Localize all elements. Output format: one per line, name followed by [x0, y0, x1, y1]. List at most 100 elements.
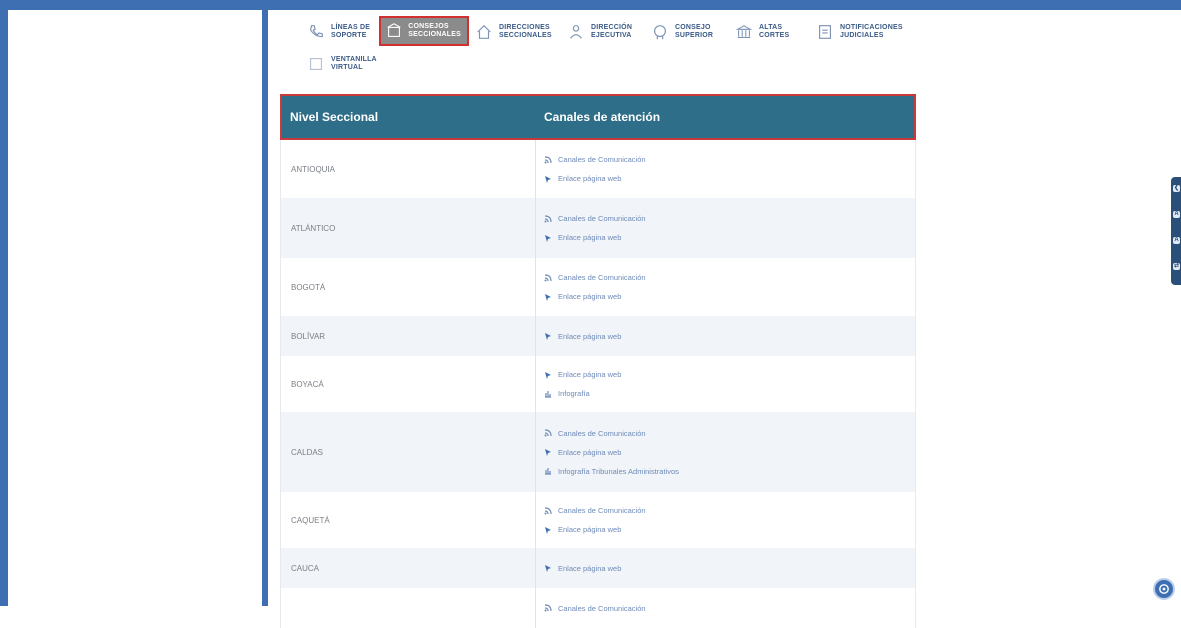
seccional-name: CAUCA [281, 548, 536, 588]
nav-direcciones-seccionales[interactable]: DIRECCIONES SECCIONALES [474, 22, 552, 42]
cursor-icon [545, 234, 551, 242]
channel-link-label: Canales de Comunicación [558, 428, 646, 438]
table-row: BOGOTÁ Canales de Comunicación Enlace pági… [280, 258, 916, 316]
support-agent-icon [1159, 584, 1169, 594]
channel-link[interactable]: Infografía [544, 389, 915, 398]
cursor-icon [545, 371, 551, 379]
channel-link[interactable]: Canales de Comunicación [544, 506, 915, 515]
channel-link-label: Enlace página web [558, 525, 622, 534]
window-icon [306, 54, 326, 74]
nav-altas-cortes[interactable]: ALTAS CORTES [734, 22, 789, 42]
seccional-name: BOLÍVAR [281, 316, 536, 356]
channel-link[interactable]: Enlace página web [544, 370, 915, 379]
channel-link[interactable]: Canales de Comunicación [544, 214, 915, 223]
font-decrease-icon[interactable]: A [1173, 237, 1180, 244]
header-canales-atencion: Canales de atención [544, 110, 661, 124]
help-chat-button[interactable] [1153, 578, 1175, 600]
channel-link[interactable]: Enlace página web [544, 174, 915, 183]
channel-link[interactable]: Enlace página web [544, 448, 915, 457]
nav-label: CONSEJOS SECCIONALES [408, 23, 461, 38]
channel-link[interactable]: Enlace página web [544, 233, 915, 242]
channel-link[interactable]: Enlace página web [544, 332, 915, 341]
nav-label: CONSEJO SUPERIOR [675, 24, 714, 39]
cursor-icon [545, 565, 551, 572]
contrast-icon[interactable]: ⇄ [1173, 263, 1180, 270]
channel-link[interactable]: Canales de Comunicación [544, 429, 915, 438]
cursor-icon [545, 175, 551, 183]
channel-link-label: Canales de Comunicación [558, 506, 646, 515]
rss-icon [544, 155, 552, 163]
channel-link[interactable]: Infografía Tribunales Administrativos [544, 467, 915, 476]
rss-icon [544, 273, 552, 281]
nav-notificaciones-judiciales[interactable]: NOTIFICACIONES JUDICIALES [815, 22, 903, 42]
nav-ventanilla-virtual[interactable]: VENTANILLA VIRTUAL [306, 54, 377, 74]
channel-link-label: Infografía [558, 389, 590, 398]
canales-cell: Canales de Comunicación Enlace página web [536, 492, 915, 548]
table-row: BOLÍVAR Enlace página web [280, 316, 916, 356]
seccional-name: CALDAS [281, 412, 536, 492]
document-icon [815, 22, 835, 42]
frame-top-border [0, 0, 1181, 10]
font-increase-icon[interactable]: A [1173, 211, 1180, 218]
channel-link[interactable]: Enlace página web [544, 525, 915, 534]
channel-link-label: Enlace página web [558, 233, 622, 242]
building-icon [385, 21, 403, 41]
cursor-icon [545, 526, 551, 534]
infographic-icon [545, 390, 551, 398]
nav-consejo-superior[interactable]: CONSEJO SUPERIOR [650, 22, 713, 42]
cursor-icon [545, 449, 551, 456]
nav-label: NOTIFICACIONES JUDICIALES [840, 24, 903, 39]
rss-icon [544, 604, 552, 612]
table-row: BOYACÁ Enlace página web Infografía [280, 356, 916, 412]
nav-label: VENTANILLA VIRTUAL [331, 56, 377, 71]
channel-link[interactable]: Enlace página web [544, 292, 915, 301]
canales-cell: Canales de Comunicación Enlace página web [536, 258, 915, 316]
rss-icon [544, 506, 552, 514]
seccionales-table: Nivel Seccional Canales de atención ANTI… [280, 94, 916, 628]
seccional-name: BOGOTÁ [281, 258, 536, 316]
table-row: CAQUETÁ Canales de Comunicación Enlace pág… [280, 492, 916, 548]
canales-cell: Canales de Comunicación Enlace página web… [536, 412, 915, 492]
channel-link-label: Enlace página web [558, 447, 622, 457]
channel-link-label: Canales de Comunicación [558, 603, 646, 613]
accessibility-toolbar[interactable]: ❮ A A ⇄ [1171, 177, 1181, 285]
table-row: ANTIOQUIA Canales de Comunicación Enlace p… [280, 140, 916, 198]
canales-cell: Canales de Comunicación Enlace página web [536, 198, 915, 258]
nav-label: ALTAS CORTES [759, 24, 790, 39]
header-nivel-seccional: Nivel Seccional [290, 110, 379, 124]
nav-label: LÍNEAS DE SOPORTE [331, 24, 371, 39]
phone-icon [306, 22, 326, 42]
channel-link[interactable]: Canales de Comunicación [544, 273, 915, 282]
frame-inner-border [262, 0, 268, 606]
table-body: ANTIOQUIA Canales de Comunicación Enlace p… [280, 140, 916, 628]
nav-lineas-soporte[interactable]: LÍNEAS DE SOPORTE [306, 22, 370, 42]
nav-consejos-seccionales[interactable]: CONSEJOS SECCIONALES [379, 16, 469, 46]
collapse-icon[interactable]: ❮ [1173, 185, 1180, 192]
nav-direccion-ejecutiva[interactable]: DIRECCIÓN EJECUTIVA [566, 22, 632, 42]
table-row: CALDAS Canales de Comunicación Enlace pági… [280, 412, 916, 492]
cursor-icon [545, 333, 551, 340]
channel-link[interactable]: Canales de Comunicación [544, 604, 915, 613]
canales-cell: Enlace página web [536, 316, 915, 356]
user-icon [566, 22, 586, 42]
seccional-name: CAQUETÁ [281, 492, 536, 548]
seccional-name: BOYACÁ [281, 356, 536, 412]
channel-link-label: Enlace página web [558, 370, 622, 379]
canales-cell: Canales de Comunicación [536, 588, 915, 628]
canales-cell: Enlace página web Infografía [536, 356, 915, 412]
channel-link-label: Canales de Comunicación [558, 273, 646, 282]
nav-label: DIRECCIÓN EJECUTIVA [591, 24, 633, 39]
nav-label: DIRECCIONES SECCIONALES [499, 24, 552, 39]
channel-link-label: Enlace página web [558, 563, 622, 573]
channel-link-label: Infografía Tribunales Administrativos [558, 466, 679, 476]
table-row: ATLÁNTICO Canales de Comunicación Enlace p… [280, 198, 916, 258]
table-header: Nivel Seccional Canales de atención [280, 94, 916, 140]
channel-link[interactable]: Canales de Comunicación [544, 155, 915, 164]
channel-link-label: Canales de Comunicación [558, 214, 646, 223]
infographic-icon [545, 468, 551, 475]
cursor-icon [545, 293, 551, 301]
seccional-name: ATLÁNTICO [281, 198, 536, 258]
frame-left-border [0, 0, 8, 606]
channel-link[interactable]: Enlace página web [544, 564, 915, 573]
seal-icon [650, 22, 670, 42]
